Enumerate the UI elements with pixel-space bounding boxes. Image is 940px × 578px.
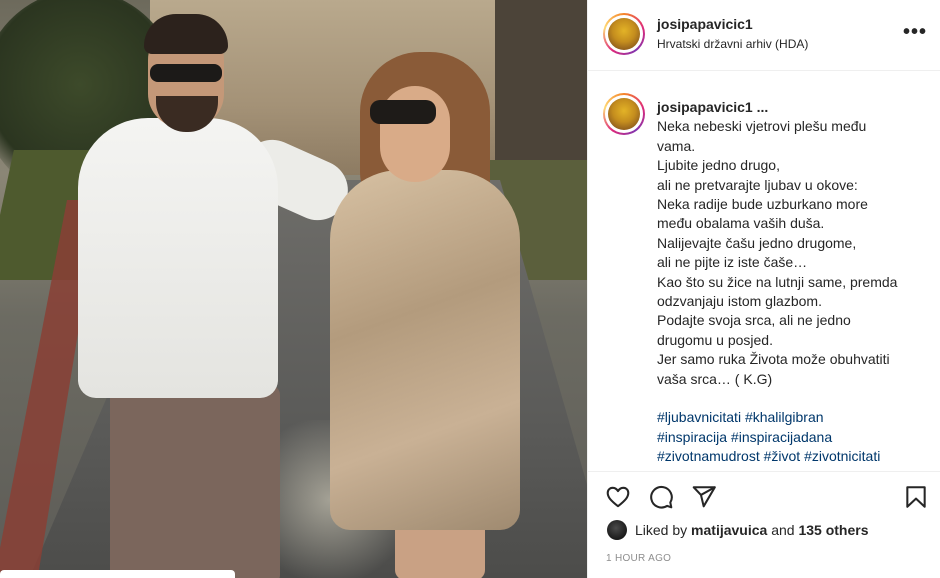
post-photo[interactable] — [0, 0, 587, 578]
caption-area: josipapavicic1 ... Neka nebeski vjetrovi… — [588, 71, 940, 471]
likes-prefix: Liked by — [635, 522, 692, 538]
author-username[interactable]: josipapavicic1 — [657, 16, 753, 32]
hashtag-line[interactable]: #zivotnamudrost #život #zivotnicitati — [657, 447, 919, 466]
liker-avatar[interactable] — [607, 520, 627, 540]
likes-others-link[interactable]: 135 others — [798, 522, 868, 538]
caption-line: vama. — [657, 137, 696, 154]
caption-username[interactable]: josipapavicic1 — [657, 99, 753, 115]
bookmark-icon[interactable] — [903, 484, 929, 510]
caption-avatar-image — [608, 98, 640, 130]
caption-line: Ljubite jedno drugo, — [657, 157, 780, 174]
photo-building-window — [495, 0, 587, 165]
likes-text: Liked by matijavuica and 135 others — [635, 522, 869, 538]
caption-line: Jer samo ruka Života može obuhvatiti — [657, 351, 890, 368]
hashtag-line[interactable]: #inspiracija #inspiracijadana — [657, 428, 919, 447]
caption-line: ali ne pijte iz iste čaše… — [657, 254, 808, 271]
photo-bottom-bar — [0, 570, 235, 578]
comment-icon[interactable] — [648, 484, 674, 510]
caption-line: među obalama vaših duša. — [657, 215, 825, 232]
caption-username-line: josipapavicic1 ... — [657, 98, 919, 117]
caption-line: Nalijevajte čašu jedno drugome, — [657, 234, 857, 251]
author-avatar[interactable] — [603, 13, 645, 55]
caption-line: Kao što su žice na lutnji same, premda — [657, 273, 898, 290]
caption-hashtags: #ljubavnicitati #khalilgibran #inspiraci… — [657, 408, 919, 466]
photo-man-pants — [110, 385, 280, 578]
caption-username-suffix: ... — [752, 99, 769, 115]
photo-man-shirt — [78, 118, 278, 398]
caption-line: odzvanjaju istom glazbom. — [657, 293, 822, 310]
caption-avatar[interactable] — [603, 93, 645, 135]
caption-line: Podajte svoja srca, ali ne jedno — [657, 312, 851, 329]
author-avatar-image — [608, 18, 640, 50]
hashtag-line[interactable]: #ljubavnicitati #khalilgibran — [657, 408, 919, 427]
post-location[interactable]: Hrvatski državni arhiv (HDA) — [657, 37, 808, 51]
photo-woman-dress — [330, 170, 520, 530]
more-options-icon[interactable]: ••• — [903, 22, 927, 46]
photo-man-hair — [144, 14, 228, 54]
caption-line: ali ne pretvarajte ljubav u okove: — [657, 176, 858, 193]
post-side-panel: josipapavicic1 Hrvatski državni arhiv (H… — [587, 0, 940, 578]
caption-line: drugomu u posjed. — [657, 331, 773, 348]
likes-middle: and — [767, 522, 799, 538]
photo-woman-sunglasses — [370, 100, 436, 124]
caption-line: Neka radije bude uzburkano more — [657, 196, 868, 213]
post-header: josipapavicic1 Hrvatski državni arhiv (H… — [588, 0, 940, 71]
liker-username[interactable]: matijavuica — [691, 522, 767, 538]
post-timestamp[interactable]: 1 HOUR AGO — [606, 553, 671, 564]
heart-icon[interactable] — [605, 484, 631, 510]
paper-plane-icon[interactable] — [691, 484, 717, 510]
caption-text: josipapavicic1 ... Neka nebeski vjetrovi… — [657, 98, 919, 466]
photo-man-sunglasses — [150, 64, 222, 82]
caption-line: vaša srca… ( K.G) — [657, 370, 773, 387]
post-actions: Liked by matijavuica and 135 others 1 HO… — [588, 471, 940, 578]
caption-line: Neka nebeski vjetrovi plešu među — [657, 118, 867, 135]
